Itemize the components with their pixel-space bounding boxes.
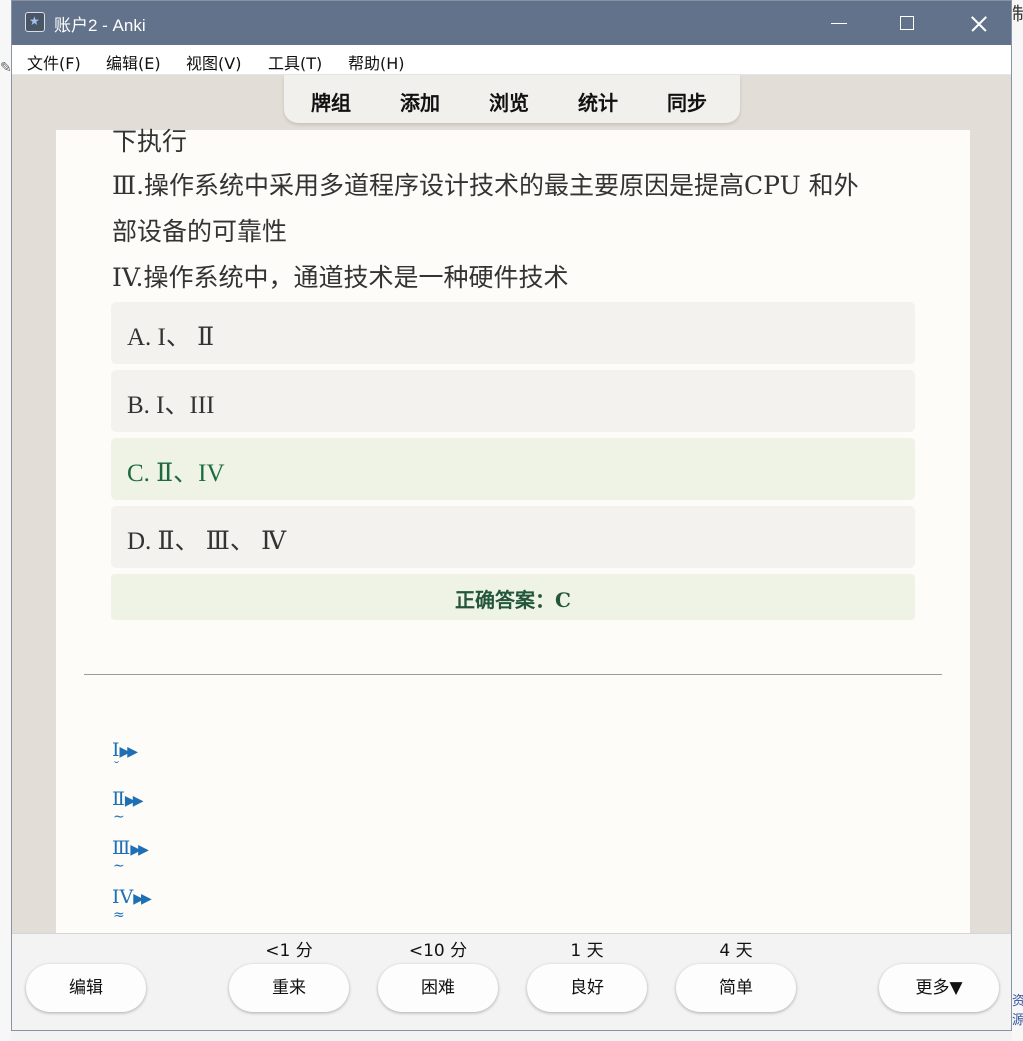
roman-link-4[interactable]: IV▶▶ ≈ <box>112 886 152 922</box>
wave-underline-icon: ∼ <box>113 858 125 874</box>
double-arrow-icon: ▶▶ <box>133 891 151 907</box>
roman-numeral: Ⅰ <box>112 739 120 761</box>
interval-hard: <10 分 <box>408 941 468 961</box>
menu-view[interactable]: 视图(V) <box>186 50 241 74</box>
anki-app-icon <box>25 12 45 32</box>
interval-easy: 4 天 <box>719 941 753 961</box>
desktop-left-strip <box>0 0 11 1041</box>
statement-3-line1: Ⅲ.操作系统中采用多道程序设计技术的最主要原因是提高CPU 和外 <box>112 171 859 200</box>
menu-file[interactable]: 文件(F) <box>27 50 81 74</box>
roman-link-1[interactable]: Ⅰ▶▶ ˘ <box>112 739 138 775</box>
title-bar[interactable]: 账户2 - Anki <box>12 1 1011 45</box>
more-button[interactable]: 更多▼ <box>879 964 999 1012</box>
toolbar-sync[interactable]: 同步 <box>667 87 707 116</box>
review-card: 下执行 Ⅲ.操作系统中采用多道程序设计技术的最主要原因是提高CPU 和外 部设备… <box>56 127 970 950</box>
wave-underline-icon: ∼ <box>113 809 125 825</box>
option-a[interactable]: A. I、 Ⅱ <box>111 302 915 364</box>
correct-answer-bar: 正确答案：C <box>111 574 915 620</box>
statement-3-line2: 部设备的可靠性 <box>112 217 288 246</box>
wave-underline-icon: ≈ <box>113 907 125 923</box>
desktop-right-strip <box>1012 0 1023 1041</box>
answer-divider <box>84 674 942 675</box>
menu-tools[interactable]: 工具(T) <box>268 50 322 74</box>
option-b-label: B. I、III <box>127 392 215 419</box>
interval-again: <1 分 <box>265 941 313 961</box>
roman-numeral: Ⅱ <box>112 788 125 810</box>
double-arrow-icon: ▶▶ <box>130 842 148 858</box>
hard-button[interactable]: 困难 <box>378 964 498 1012</box>
double-arrow-icon: ▶▶ <box>124 793 143 809</box>
review-bottom-bar: 编辑 <1 分 重来 <10 分 困难 1 天 良好 4 天 简单 更多▼ <box>12 933 1011 1030</box>
option-c[interactable]: C. Ⅱ、IV <box>111 438 915 500</box>
minimize-button[interactable] <box>811 1 867 45</box>
toolbar-add[interactable]: 添加 <box>400 87 440 116</box>
toolbar-browse[interactable]: 浏览 <box>489 87 529 116</box>
good-button[interactable]: 良好 <box>527 964 647 1012</box>
roman-numeral: IV <box>112 886 134 908</box>
question-partial-line: 下执行 <box>112 127 188 156</box>
statement-4: IV.操作系统中，通道技术是一种硬件技术 <box>112 263 569 292</box>
edit-button[interactable]: 编辑 <box>26 964 146 1012</box>
desktop-right-text: 制 <box>1012 4 1023 25</box>
interval-good: 1 天 <box>570 941 604 961</box>
menu-edit[interactable]: 编辑(E) <box>106 50 161 74</box>
wave-underline-icon: ˘ <box>113 760 120 776</box>
roman-link-3[interactable]: Ⅲ▶▶ ∼ <box>112 837 149 873</box>
easy-button[interactable]: 简单 <box>676 964 796 1012</box>
toolbar-stats[interactable]: 统计 <box>578 87 618 116</box>
again-button[interactable]: 重来 <box>229 964 349 1012</box>
desktop-pen-icon: ✎ <box>0 60 12 76</box>
roman-numeral: Ⅲ <box>112 837 131 859</box>
double-arrow-icon: ▶▶ <box>119 744 138 760</box>
option-d-label: D. Ⅱ、 Ⅲ、 Ⅳ <box>127 528 287 555</box>
maximize-button[interactable] <box>879 1 935 45</box>
anki-window: 账户2 - Anki 文件(F) 编辑(E) 视图(V) 工具(T) 帮助(H)… <box>11 0 1012 1031</box>
menu-help[interactable]: 帮助(H) <box>348 50 405 74</box>
close-button[interactable] <box>949 1 1005 45</box>
window-title: 账户2 - Anki <box>54 16 146 35</box>
option-c-label: C. Ⅱ、IV <box>127 460 225 487</box>
option-d[interactable]: D. Ⅱ、 Ⅲ、 Ⅳ <box>111 506 915 568</box>
roman-link-2[interactable]: Ⅱ▶▶ ∼ <box>112 788 143 824</box>
menu-bar: 文件(F) 编辑(E) 视图(V) 工具(T) 帮助(H) <box>12 45 1011 75</box>
option-a-label: A. I、 Ⅱ <box>127 324 215 351</box>
desktop-right-link[interactable]: 资源 <box>1012 990 1023 1028</box>
option-b[interactable]: B. I、III <box>111 370 915 432</box>
toolbar-decks[interactable]: 牌组 <box>311 87 351 116</box>
main-toolbar: 牌组 添加 浏览 统计 同步 <box>284 75 740 123</box>
correct-answer-text: 正确答案：C <box>455 588 571 612</box>
